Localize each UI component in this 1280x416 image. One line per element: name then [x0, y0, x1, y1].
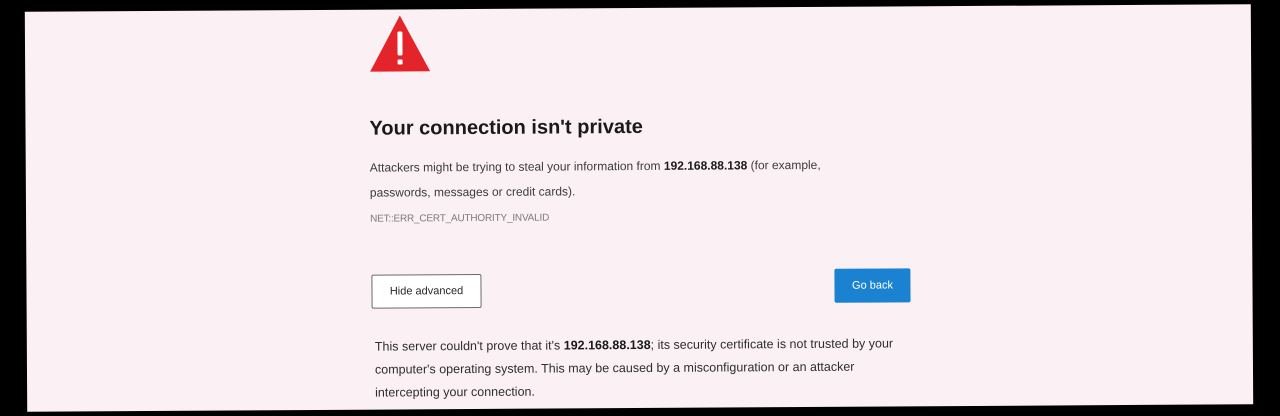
warning-triangle-icon	[370, 15, 431, 72]
go-back-button[interactable]: Go back	[834, 268, 911, 303]
error-description: Attackers might be trying to steal your …	[370, 153, 870, 206]
advanced-host-address: 192.168.88.138	[563, 337, 651, 353]
error-content: Your connection isn't private Attackers …	[369, 6, 929, 400]
error-page: Your connection isn't private Attackers …	[24, 4, 1254, 412]
advanced-details-text: This server couldn't prove that it's 192…	[375, 332, 915, 404]
advanced-text-start: This server couldn't prove that it's	[374, 338, 564, 354]
hide-advanced-button[interactable]: Hide advanced	[371, 273, 482, 309]
host-address: 192.168.88.138	[663, 158, 748, 173]
error-code: NET::ERR_CERT_AUTHORITY_INVALID	[370, 212, 550, 225]
page-title: Your connection isn't private	[369, 115, 643, 140]
description-text: Attackers might be trying to steal your …	[369, 158, 664, 175]
